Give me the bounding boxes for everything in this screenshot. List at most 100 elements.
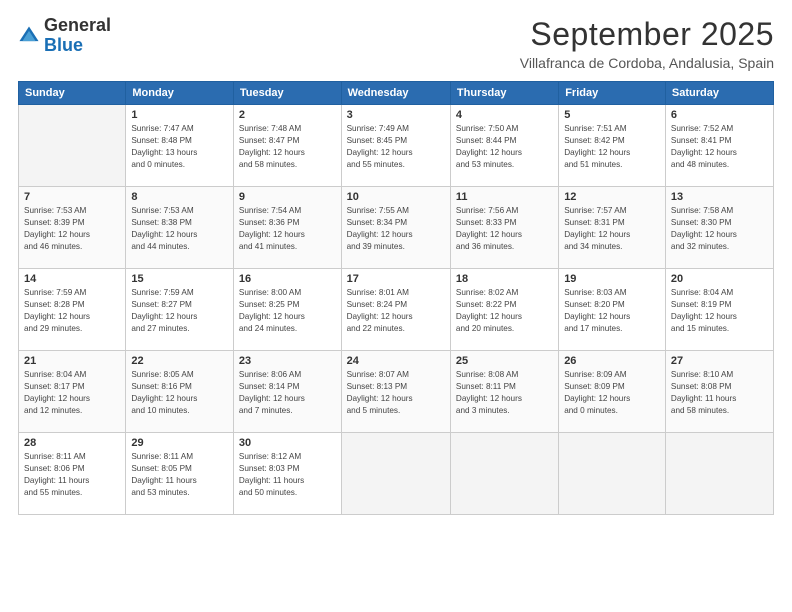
day-info: Sunrise: 8:10 AMSunset: 8:08 PMDaylight:… [671, 369, 768, 417]
table-row: 24Sunrise: 8:07 AMSunset: 8:13 PMDayligh… [341, 351, 450, 433]
day-number: 27 [671, 355, 768, 367]
day-number: 4 [456, 109, 553, 121]
table-row: 18 Sunrise: 8:02 AMSunset: 8:22 PMDayligh… [450, 269, 558, 351]
calendar-week-row: 28 Sunrise: 8:11 AMSunset: 8:06 PMDayligh… [19, 433, 774, 515]
table-row: 3 Sunrise: 7:49 AMSunset: 8:45 PMDaylight… [341, 105, 450, 187]
day-info: Sunrise: 8:11 AMSunset: 8:06 PMDaylight:… [24, 451, 120, 499]
col-monday: Monday [126, 82, 234, 105]
title-block: September 2025 Villafranca de Cordoba, A… [520, 16, 774, 71]
day-info: Sunrise: 7:55 AMSunset: 8:34 PMDaylight:… [347, 205, 445, 253]
day-number: 3 [347, 109, 445, 121]
day-number: 7 [24, 191, 120, 203]
table-row: 8 Sunrise: 7:53 AMSunset: 8:38 PMDaylight… [126, 187, 234, 269]
day-number: 24 [347, 355, 445, 367]
day-number: 25 [456, 355, 553, 367]
col-wednesday: Wednesday [341, 82, 450, 105]
day-number: 19 [564, 273, 660, 285]
day-number: 21 [24, 355, 120, 367]
day-info: Sunrise: 8:00 AMSunset: 8:25 PMDaylight:… [239, 287, 336, 335]
day-info: Sunrise: 7:59 AMSunset: 8:28 PMDaylight:… [24, 287, 120, 335]
table-row: 15 Sunrise: 7:59 AMSunset: 8:27 PMDayligh… [126, 269, 234, 351]
day-info: Sunrise: 7:51 AMSunset: 8:42 PMDaylight:… [564, 123, 660, 171]
table-row: 28 Sunrise: 8:11 AMSunset: 8:06 PMDayligh… [19, 433, 126, 515]
table-row: 11 Sunrise: 7:56 AMSunset: 8:33 PMDayligh… [450, 187, 558, 269]
col-saturday: Saturday [665, 82, 773, 105]
day-info: Sunrise: 8:11 AMSunset: 8:05 PMDaylight:… [131, 451, 228, 499]
day-info: Sunrise: 7:58 AMSunset: 8:30 PMDaylight:… [671, 205, 768, 253]
col-sunday: Sunday [19, 82, 126, 105]
day-number: 13 [671, 191, 768, 203]
day-number: 5 [564, 109, 660, 121]
calendar-week-row: 7 Sunrise: 7:53 AMSunset: 8:39 PMDaylight… [19, 187, 774, 269]
day-info: Sunrise: 7:53 AMSunset: 8:39 PMDaylight:… [24, 205, 120, 253]
day-number: 29 [131, 437, 228, 449]
table-row: 17 Sunrise: 8:01 AMSunset: 8:24 PMDayligh… [341, 269, 450, 351]
day-number: 11 [456, 191, 553, 203]
location-title: Villafranca de Cordoba, Andalusia, Spain [520, 55, 774, 71]
table-row: 27 Sunrise: 8:10 AMSunset: 8:08 PMDayligh… [665, 351, 773, 433]
day-number: 10 [347, 191, 445, 203]
table-row: 30 Sunrise: 8:12 AMSunset: 8:03 PMDayligh… [233, 433, 341, 515]
day-info: Sunrise: 7:56 AMSunset: 8:33 PMDaylight:… [456, 205, 553, 253]
table-row [19, 105, 126, 187]
day-number: 28 [24, 437, 120, 449]
day-number: 15 [131, 273, 228, 285]
calendar-table: Sunday Monday Tuesday Wednesday Thursday… [18, 81, 774, 515]
table-row: 5 Sunrise: 7:51 AMSunset: 8:42 PMDaylight… [559, 105, 666, 187]
table-row: 2 Sunrise: 7:48 AMSunset: 8:47 PMDaylight… [233, 105, 341, 187]
day-number: 16 [239, 273, 336, 285]
col-thursday: Thursday [450, 82, 558, 105]
day-info: Sunrise: 7:48 AMSunset: 8:47 PMDaylight:… [239, 123, 336, 171]
day-info: Sunrise: 7:57 AMSunset: 8:31 PMDaylight:… [564, 205, 660, 253]
day-info: Sunrise: 7:59 AMSunset: 8:27 PMDaylight:… [131, 287, 228, 335]
table-row: 6 Sunrise: 7:52 AMSunset: 8:41 PMDaylight… [665, 105, 773, 187]
calendar-header-row: Sunday Monday Tuesday Wednesday Thursday… [19, 82, 774, 105]
table-row: 12 Sunrise: 7:57 AMSunset: 8:31 PMDayligh… [559, 187, 666, 269]
day-number: 23 [239, 355, 336, 367]
day-number: 18 [456, 273, 553, 285]
table-row: 21 Sunrise: 8:04 AMSunset: 8:17 PMDayligh… [19, 351, 126, 433]
table-row: 1Sunrise: 7:47 AMSunset: 8:48 PMDaylight… [126, 105, 234, 187]
table-row: 13 Sunrise: 7:58 AMSunset: 8:30 PMDayligh… [665, 187, 773, 269]
day-number: 1 [131, 109, 228, 121]
day-number: 17 [347, 273, 445, 285]
table-row: 20 Sunrise: 8:04 AMSunset: 8:19 PMDayligh… [665, 269, 773, 351]
page-header: General Blue September 2025 Villafranca … [18, 16, 774, 71]
day-number: 2 [239, 109, 336, 121]
calendar-week-row: 1Sunrise: 7:47 AMSunset: 8:48 PMDaylight… [19, 105, 774, 187]
day-info: Sunrise: 7:53 AMSunset: 8:38 PMDaylight:… [131, 205, 228, 253]
day-info: Sunrise: 8:12 AMSunset: 8:03 PMDaylight:… [239, 451, 336, 499]
day-info: Sunrise: 7:52 AMSunset: 8:41 PMDaylight:… [671, 123, 768, 171]
day-info: Sunrise: 8:06 AMSunset: 8:14 PMDaylight:… [239, 369, 336, 417]
table-row: 10 Sunrise: 7:55 AMSunset: 8:34 PMDayligh… [341, 187, 450, 269]
day-info: Sunrise: 8:02 AMSunset: 8:22 PMDaylight:… [456, 287, 553, 335]
day-info: Sunrise: 7:49 AMSunset: 8:45 PMDaylight:… [347, 123, 445, 171]
day-info: Sunrise: 8:05 AMSunset: 8:16 PMDaylight:… [131, 369, 228, 417]
day-info: Sunrise: 8:04 AMSunset: 8:17 PMDaylight:… [24, 369, 120, 417]
table-row [559, 433, 666, 515]
col-tuesday: Tuesday [233, 82, 341, 105]
table-row: 19 Sunrise: 8:03 AMSunset: 8:20 PMDayligh… [559, 269, 666, 351]
day-number: 8 [131, 191, 228, 203]
day-number: 20 [671, 273, 768, 285]
day-info: Sunrise: 8:09 AMSunset: 8:09 PMDaylight:… [564, 369, 660, 417]
logo: General Blue [18, 16, 111, 56]
day-number: 14 [24, 273, 120, 285]
day-info: Sunrise: 8:01 AMSunset: 8:24 PMDaylight:… [347, 287, 445, 335]
day-number: 30 [239, 437, 336, 449]
day-number: 26 [564, 355, 660, 367]
day-number: 6 [671, 109, 768, 121]
table-row: 26 Sunrise: 8:09 AMSunset: 8:09 PMDayligh… [559, 351, 666, 433]
month-title: September 2025 [520, 16, 774, 53]
table-row: 14 Sunrise: 7:59 AMSunset: 8:28 PMDayligh… [19, 269, 126, 351]
calendar-week-row: 14 Sunrise: 7:59 AMSunset: 8:28 PMDayligh… [19, 269, 774, 351]
table-row [665, 433, 773, 515]
table-row: 22Sunrise: 8:05 AMSunset: 8:16 PMDayligh… [126, 351, 234, 433]
day-info: Sunrise: 8:04 AMSunset: 8:19 PMDaylight:… [671, 287, 768, 335]
day-info: Sunrise: 7:50 AMSunset: 8:44 PMDaylight:… [456, 123, 553, 171]
day-info: Sunrise: 8:03 AMSunset: 8:20 PMDaylight:… [564, 287, 660, 335]
logo-text: General Blue [44, 16, 111, 56]
table-row: 23 Sunrise: 8:06 AMSunset: 8:14 PMDayligh… [233, 351, 341, 433]
calendar-week-row: 21 Sunrise: 8:04 AMSunset: 8:17 PMDayligh… [19, 351, 774, 433]
day-number: 12 [564, 191, 660, 203]
